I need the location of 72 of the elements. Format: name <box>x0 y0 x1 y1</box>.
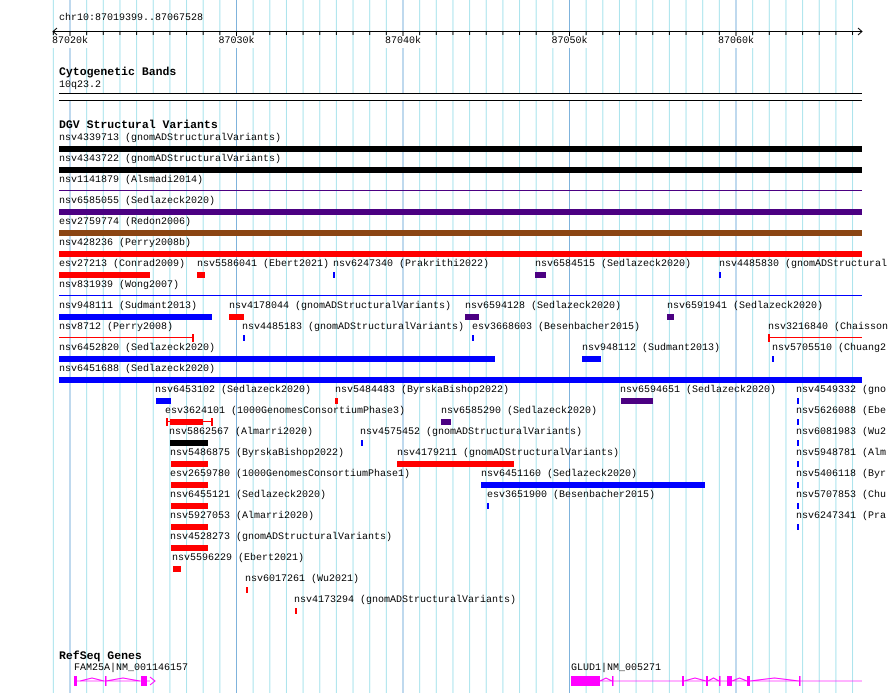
variant-bar[interactable] <box>170 439 208 447</box>
band-label: 10q23.2 <box>59 80 102 92</box>
variant-bar[interactable] <box>441 418 451 426</box>
variant-bar[interactable] <box>59 166 862 174</box>
variant-label[interactable]: nsv948112 (Sudmant2013) <box>582 343 720 355</box>
variant-label[interactable]: nsv6081983 (Wu2 <box>796 427 886 439</box>
variant-label[interactable]: nsv4179211 (gnomADStructuralVariants) <box>397 448 620 460</box>
variant-label[interactable]: nsv6584515 (Sedlazeck2020) <box>535 259 692 271</box>
variant-label[interactable]: nsv5586041 (Ebert2021) <box>197 259 330 271</box>
variant-label[interactable]: nsv4173294 (gnomADStructuralVariants) <box>294 595 516 607</box>
variant-label[interactable]: esv3624101 (1000GenomesConsortiumPhase3) <box>165 406 406 418</box>
location-label: chr10:87019399..87067528 <box>58 12 204 25</box>
variant-label[interactable]: nsv6455121 (Sedlazeck2020) <box>170 490 326 502</box>
variant-bar[interactable] <box>59 313 212 321</box>
variant-label[interactable]: nsv5486875 (ByrskaBishop2022) <box>170 448 344 460</box>
variant-label[interactable]: nsv5705510 (Chuang2 <box>772 343 886 355</box>
variant-label[interactable]: esv3651900 (Besenbacher2015) <box>487 490 656 502</box>
variant-label[interactable]: nsv5927053 (Almarri2020) <box>170 511 314 523</box>
variant-label[interactable]: esv27213 (Conrad2009) <box>59 259 186 271</box>
variant-bar[interactable] <box>59 229 862 237</box>
variant-label[interactable]: nsv4485183 (gnomADStructuralVariants) <box>242 322 464 334</box>
variant-label[interactable]: nsv5596229 (Ebert2021) <box>172 553 304 565</box>
variant-label[interactable]: nsv4343722 (gnomADStructuralVariants) <box>59 154 282 166</box>
variant-label[interactable]: nsv948111 (Sudmant2013) <box>59 301 198 313</box>
variant-label[interactable]: nsv5626088 (Ebe <box>796 406 886 418</box>
gene-label[interactable]: GLUD1|NM_005271 <box>571 663 662 675</box>
variant-bar[interactable] <box>535 271 546 279</box>
variant-bar[interactable] <box>59 208 862 216</box>
variant-label[interactable]: nsv6453102 (Sedlazeck2020) <box>155 385 312 397</box>
variant-bar[interactable] <box>667 313 674 321</box>
variant-label[interactable]: nsv3216840 (Chaisson <box>768 322 888 334</box>
variant-label[interactable]: nsv5862567 (Almarri2020) <box>169 427 314 439</box>
variant-label[interactable]: nsv5406118 (Byr <box>796 469 886 481</box>
variant-label[interactable]: nsv8712 (Perry2008) <box>59 322 174 334</box>
variant-bar[interactable] <box>582 355 601 363</box>
variant-bar[interactable] <box>465 313 479 321</box>
variant-label[interactable]: nsv6585290 (Sedlazeck2020) <box>441 406 598 418</box>
variant-label[interactable]: nsv6594651 (Sedlazeck2020) <box>620 385 776 397</box>
variant-label[interactable]: nsv5484483 (ByrskaBishop2022) <box>335 385 510 397</box>
variant-label[interactable]: nsv6017261 (Wu2021) <box>245 574 360 586</box>
variant-label[interactable]: nsv428236 (Perry2008b) <box>59 238 192 250</box>
variant-label[interactable]: nsv6594128 (Sedlazeck2020) <box>465 301 622 313</box>
variant-label[interactable]: nsv6451688 (Sedlazeck2020) <box>59 364 216 376</box>
variant-label[interactable]: esv2659780 (1000GenomesConsortiumPhase1) <box>170 469 410 481</box>
variant-label[interactable]: nsv6591941 (Sedlazeck2020) <box>667 301 824 313</box>
gene-label[interactable]: FAM25A|NM_001146157 <box>74 663 188 675</box>
variant-label[interactable]: nsv6247340 (Prakrithi2022) <box>333 259 490 271</box>
variant-label[interactable]: nsv831939 (Wong2007) <box>59 280 180 292</box>
track-title: RefSeq Genes <box>59 651 142 663</box>
track-title: DGV Structural Variants <box>59 120 218 132</box>
variant-label[interactable]: nsv6452820 (Sedlazeck2020) <box>59 343 216 355</box>
variant-label[interactable]: nsv4549332 (gno <box>796 385 886 397</box>
variant-bar[interactable] <box>59 145 862 153</box>
variant-label[interactable]: nsv5948781 (Alm <box>796 448 886 460</box>
variant-label[interactable]: esv3668603 (Besenbacher2015) <box>472 322 640 334</box>
variant-bar[interactable] <box>59 355 495 363</box>
variant-label[interactable]: nsv1141879 (Alsmadi2014) <box>59 175 204 187</box>
variant-label[interactable]: esv2759774 (Redon2006) <box>59 217 192 229</box>
variant-label[interactable]: nsv4575452 (gnomADStructuralVariants) <box>360 427 582 439</box>
variant-bar[interactable] <box>621 397 653 405</box>
variant-label[interactable]: nsv4178044 (gnomADStructuralVariants) <box>229 301 452 313</box>
track-title: Cytogenetic Bands <box>59 67 176 79</box>
variant-label[interactable]: nsv4485830 (gnomADStructural <box>719 259 888 271</box>
variant-bar[interactable] <box>59 376 862 384</box>
variant-label[interactable]: nsv6247341 (Pra <box>796 511 886 523</box>
variant-label[interactable]: nsv4528273 (gnomADStructuralVariants) <box>170 532 392 544</box>
variant-label[interactable]: nsv4339713 (gnomADStructuralVariants) <box>59 133 282 145</box>
variant-label[interactable]: nsv6585055 (Sedlazeck2020) <box>59 196 216 208</box>
variant-label[interactable]: nsv5707853 (Chu <box>796 490 886 502</box>
variant-bar[interactable] <box>156 397 171 405</box>
variant-bar[interactable] <box>481 481 705 489</box>
variant-label[interactable]: nsv6451160 (Sedlazeck2020) <box>481 469 638 481</box>
